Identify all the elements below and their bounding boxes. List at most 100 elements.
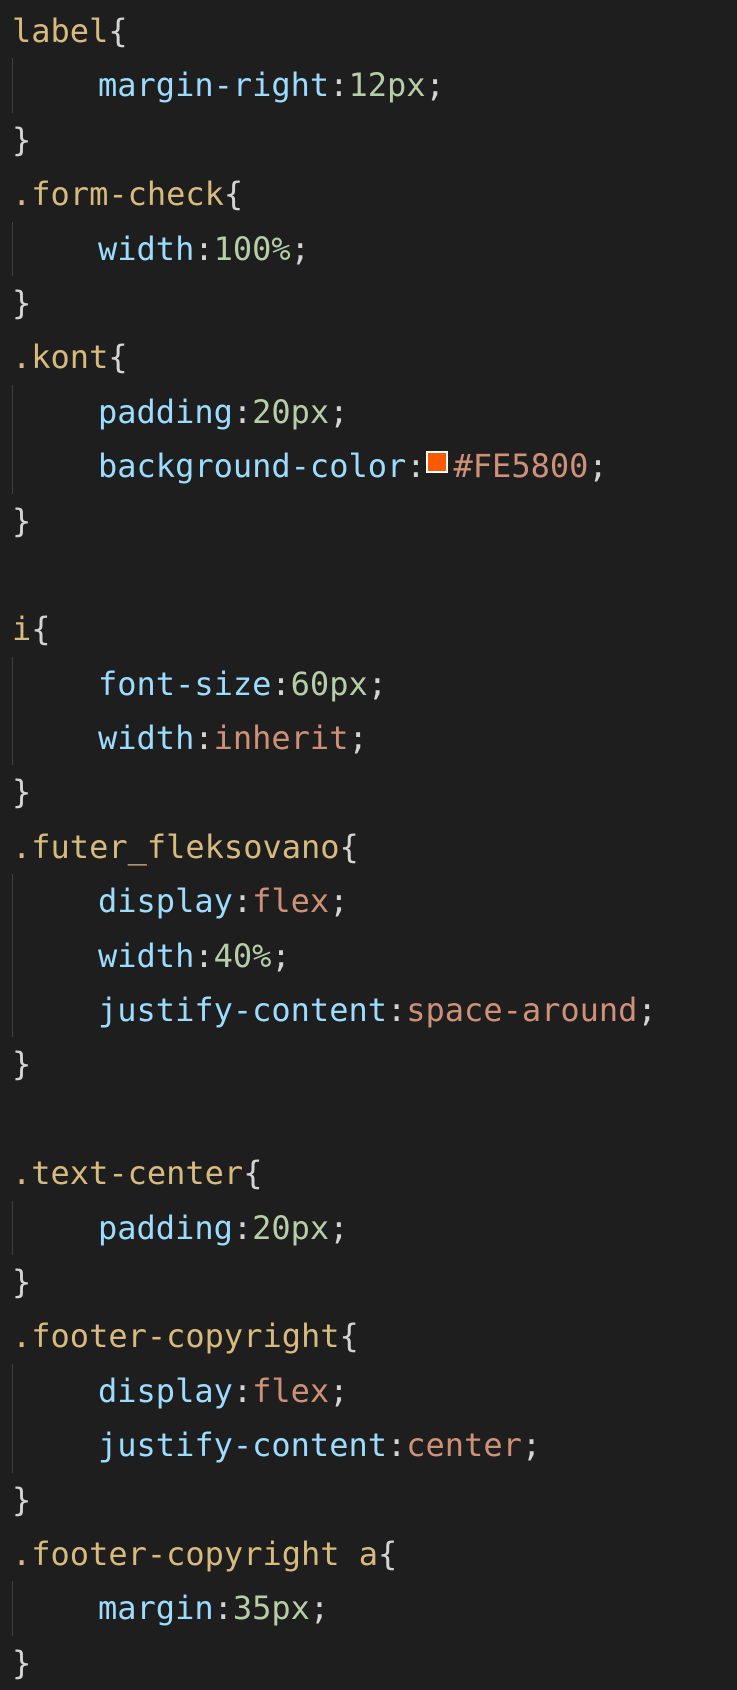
css-value: 12px [348,66,426,105]
code-line: font-size:60px; [0,656,737,712]
colon: : [271,664,291,703]
code-line: .text-center{ [0,1146,737,1200]
semicolon: ; [348,719,368,758]
indent-guide [12,1418,13,1473]
css-property: background-color [98,447,407,486]
css-selector: i [12,610,32,649]
indent-guide [12,384,13,440]
code-line: .footer-copyright a{ [0,1527,737,1581]
colon: : [232,1208,253,1247]
indent-guide [12,439,13,494]
semicolon: ; [637,991,657,1030]
open-brace: { [223,175,244,214]
semicolon: ; [329,1208,349,1247]
colon: : [329,66,349,105]
colon: : [386,1426,407,1465]
css-value: 100% [213,229,291,268]
indent-guide [12,874,13,929]
semicolon: ; [329,1371,349,1410]
css-selector: .text-center [12,1154,244,1193]
semicolon: ; [309,1589,330,1628]
css-value: flex [252,882,330,921]
code-line: .futer_fleksovano{ [0,820,737,874]
css-property: margin [98,1589,214,1628]
semicolon: ; [425,66,445,105]
code-line: } [0,1636,737,1690]
close-brace: } [12,501,32,540]
semicolon: ; [367,664,387,703]
semicolon: ; [329,882,349,921]
css-property: padding [98,1208,233,1247]
code-line: } [0,1037,737,1091]
code-line: width:100%; [0,221,737,276]
css-selector: .futer_fleksovano [12,827,340,866]
colon: : [194,719,214,758]
color-swatch-icon[interactable] [425,451,448,474]
css-property: width [98,229,195,268]
close-brace: } [12,283,32,322]
indent-guide [12,983,13,1038]
css-value: 20px [252,392,330,431]
indent-guide [12,928,13,984]
open-brace: { [378,1534,398,1573]
open-brace: { [339,827,359,866]
colon: : [232,392,253,431]
code-line: } [0,113,737,167]
css-value: 20px [252,1208,330,1247]
code-line: } [0,494,737,548]
code-line: padding:20px; [0,1200,737,1255]
code-line: } [0,765,737,819]
indent-guide [12,656,13,712]
css-value: 35px [232,1589,310,1628]
colon: : [213,1589,233,1628]
close-brace: } [12,1480,32,1519]
indent-guide [12,58,13,113]
code-line: background-color: #FE5800; [0,439,737,494]
code-line: } [0,1255,737,1309]
css-selector: .form-check [12,175,224,214]
colon: : [232,882,253,921]
open-brace: { [339,1317,359,1356]
css-property: width [98,719,195,758]
css-value: center [406,1426,522,1465]
css-property: justify-content [98,1426,387,1465]
code-editor[interactable]: label{ margin-right:12px; } .form-check{… [0,0,737,1690]
close-brace: } [12,1262,32,1301]
colon: : [386,991,407,1030]
close-brace: } [12,1643,32,1682]
semicolon: ; [271,936,291,975]
code-line: justify-content:center; [0,1418,737,1473]
code-line: } [0,276,737,330]
indent-guide [12,1200,13,1255]
css-property: margin-right [98,66,330,105]
code-line: display:flex; [0,1363,737,1419]
css-property: display [98,1371,233,1410]
semicolon: ; [588,447,608,486]
indent-guide [12,1363,13,1419]
code-line: i{ [0,602,737,656]
indent-guide [12,711,13,766]
semicolon: ; [290,229,310,268]
empty-line [0,548,737,602]
code-line: display:flex; [0,874,737,929]
code-line: .form-check{ [0,167,737,221]
open-brace: { [31,610,51,649]
css-selector: .footer-copyright a [12,1534,379,1573]
code-line: } [0,1473,737,1527]
empty-line [0,1092,737,1146]
css-value: inherit [213,719,349,758]
css-property: font-size [98,664,272,703]
colon: : [194,936,214,975]
code-line: .footer-copyright{ [0,1309,737,1363]
colon: : [194,229,214,268]
open-brace: { [243,1154,263,1193]
code-line: justify-content:space-around; [0,983,737,1038]
colon: : [232,1371,253,1410]
close-brace: } [12,1045,32,1084]
css-selector: label [12,12,109,50]
semicolon: ; [329,392,349,431]
code-line: margin-right:12px; [0,58,737,113]
css-value: 60px [290,664,368,703]
code-line: width:inherit; [0,711,737,766]
css-value: #FE5800 [453,447,589,486]
